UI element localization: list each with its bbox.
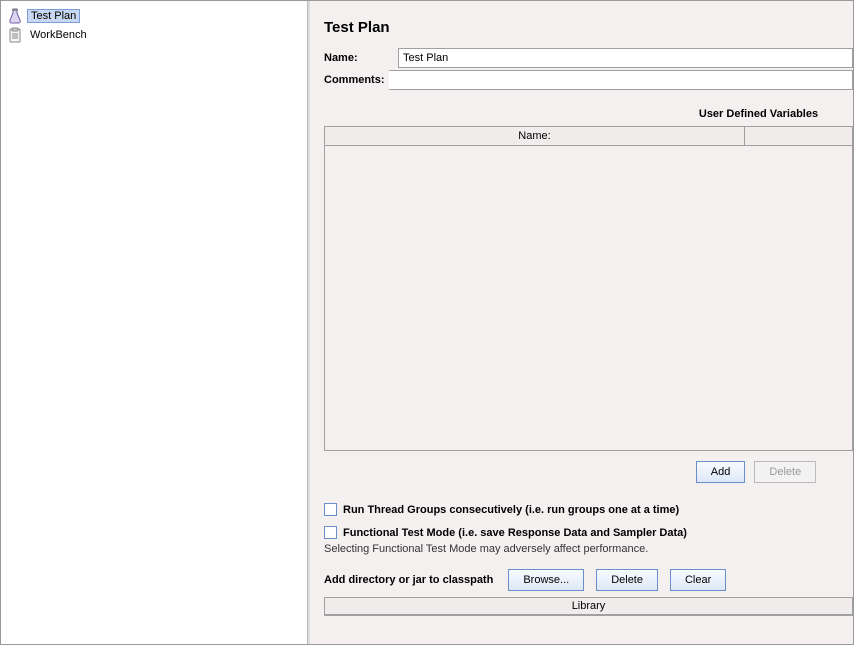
library-table: Library xyxy=(324,597,853,616)
vars-table: Name: xyxy=(324,126,853,451)
vars-header: User Defined Variables xyxy=(664,108,853,120)
main-window: Test Plan WorkBench Test Plan Name: Comm… xyxy=(0,0,854,645)
vars-buttons: Add Delete xyxy=(324,461,853,483)
delete-button: Delete xyxy=(754,461,816,483)
col-name[interactable]: Name: xyxy=(325,127,745,145)
clear-button[interactable]: Clear xyxy=(670,569,726,591)
comments-row: Comments: xyxy=(324,70,853,90)
clipboard-icon xyxy=(7,27,23,43)
checkbox-icon[interactable] xyxy=(324,503,337,516)
tree-item-workbench[interactable]: WorkBench xyxy=(5,26,303,44)
col-value[interactable] xyxy=(745,127,852,145)
tree-label: Test Plan xyxy=(27,9,80,23)
functional-label: Functional Test Mode (i.e. save Response… xyxy=(343,527,687,539)
main-panel: Test Plan Name: Comments: User Defined V… xyxy=(308,1,853,644)
consecutive-row[interactable]: Run Thread Groups consecutively (i.e. ru… xyxy=(324,503,853,516)
flask-icon xyxy=(7,8,23,24)
functional-row[interactable]: Functional Test Mode (i.e. save Response… xyxy=(324,526,853,539)
tree-item-testplan[interactable]: Test Plan xyxy=(5,7,303,25)
consecutive-label: Run Thread Groups consecutively (i.e. ru… xyxy=(343,504,679,516)
browse-button[interactable]: Browse... xyxy=(508,569,584,591)
name-row: Name: xyxy=(324,48,853,68)
comments-input[interactable] xyxy=(389,70,853,90)
tree-label: WorkBench xyxy=(27,28,90,42)
add-button[interactable]: Add xyxy=(696,461,746,483)
delete-classpath-button[interactable]: Delete xyxy=(596,569,658,591)
library-header[interactable]: Library xyxy=(325,598,852,615)
vars-table-header: Name: xyxy=(325,127,852,146)
tree-sidebar: Test Plan WorkBench xyxy=(1,1,308,644)
name-input[interactable] xyxy=(398,48,853,68)
name-label: Name: xyxy=(324,52,398,64)
classpath-label: Add directory or jar to classpath xyxy=(324,574,493,586)
classpath-row: Add directory or jar to classpath Browse… xyxy=(324,569,853,591)
functional-hint: Selecting Functional Test Mode may adver… xyxy=(324,543,853,555)
panel-title: Test Plan xyxy=(324,19,853,36)
checkbox-icon[interactable] xyxy=(324,526,337,539)
comments-label: Comments: xyxy=(324,74,385,86)
